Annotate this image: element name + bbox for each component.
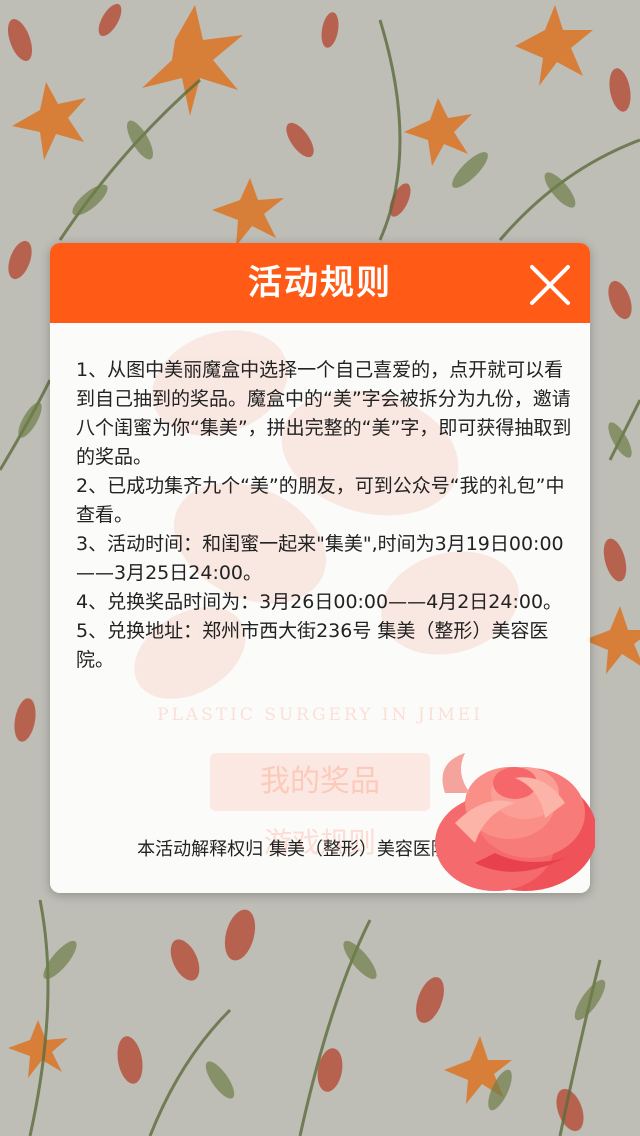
- rule-item: 2、已成功集齐九个“美”的朋友，可到公众号“我的礼包”中查看。: [76, 475, 565, 526]
- my-prize-button-behind-modal: 我的奖品: [210, 753, 430, 811]
- rules-list: 1、从图中美丽魔盒中选择一个自己喜爱的，点开就可以看到自己抽到的奖品。魔盒中的“…: [76, 356, 576, 675]
- close-button[interactable]: [528, 263, 572, 307]
- rule-item: 1、从图中美丽魔盒中选择一个自己喜爱的，点开就可以看到自己抽到的奖品。魔盒中的“…: [76, 359, 572, 468]
- background-tagline: PLASTIC SURGERY IN JIMEI: [157, 705, 483, 725]
- modal-header: 活动规则: [50, 243, 590, 323]
- rule-item: 3、活动时间：和闺蜜一起来"集美",时间为3月19日00:00——3月25日24…: [76, 533, 564, 584]
- peony-flower-decoration: [435, 753, 595, 891]
- close-icon: [530, 265, 570, 305]
- rule-item: 4、兑换奖品时间为：3月26日00:00——4月2日24:00。: [76, 591, 563, 613]
- modal-title: 活动规则: [248, 263, 392, 303]
- rule-item: 5、兑换地址：郑州市西大街236号 集美（整形）美容医院。: [76, 620, 549, 671]
